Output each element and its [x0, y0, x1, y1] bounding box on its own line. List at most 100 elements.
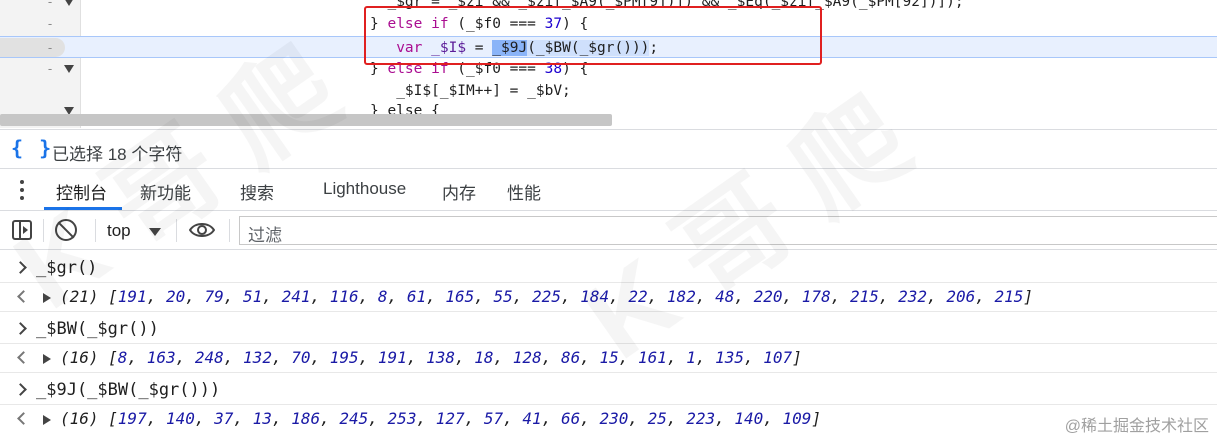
- input-prompt-icon: [14, 322, 27, 335]
- array-value: 135: [715, 348, 745, 367]
- more-options-icon[interactable]: [20, 180, 24, 200]
- watermark-credit: @稀土掘金技术社区: [1064, 418, 1209, 435]
- fold-arrow-icon[interactable]: [64, 65, 74, 73]
- array-value: 18: [474, 348, 494, 367]
- line-marker: -: [47, 16, 53, 31]
- filter-input[interactable]: 过滤: [239, 216, 1217, 245]
- array-value: 163: [146, 348, 176, 367]
- tab-lighthouse[interactable]: Lighthouse: [323, 179, 406, 199]
- array-value: 55: [493, 287, 513, 306]
- array-value: 86: [560, 348, 581, 367]
- context-label: top: [107, 221, 131, 240]
- array-value: 230: [599, 409, 629, 428]
- array-value: 1: [686, 348, 696, 367]
- array-value: 195: [329, 348, 359, 367]
- pretty-print-icon[interactable]: { }: [11, 136, 53, 160]
- array-value: 70: [291, 348, 311, 367]
- toolbar-divider: [43, 219, 44, 242]
- array-value: 232: [898, 287, 928, 306]
- array-value: 109: [782, 409, 812, 428]
- code-editor[interactable]: - _$gr = _$zi && _$zi[_$A9(_$PM[9])]) &&…: [0, 0, 1217, 128]
- array-value: 22: [628, 287, 648, 306]
- expand-arrow-icon[interactable]: [43, 354, 51, 364]
- horizontal-scrollbar[interactable]: [0, 114, 612, 126]
- array-value: 132: [243, 348, 272, 367]
- toolbar-divider: [95, 219, 96, 242]
- array-value: 57: [483, 409, 504, 428]
- console-result-row[interactable]: (16) [197, 140, 37, 13, 186, 245, 253, 1…: [0, 406, 1217, 434]
- console-input-row[interactable]: _$BW(_$gr()): [0, 316, 1217, 344]
- return-value-icon: [17, 290, 30, 303]
- code-line[interactable]: _$I$[_$IM++] = _$bV;: [0, 80, 1217, 102]
- console-result: (16) [197, 140, 37, 13, 186, 245, 253, 1…: [60, 409, 822, 428]
- console-result-row[interactable]: (21) [191, 20, 79, 51, 241, 116, 8, 61, …: [0, 284, 1217, 312]
- console-result: (16) [8, 163, 248, 132, 70, 195, 191, 13…: [60, 348, 802, 367]
- array-value: 138: [426, 348, 455, 367]
- array-value: 215: [994, 287, 1024, 306]
- array-value: 25: [647, 409, 667, 428]
- array-value: 20: [165, 287, 186, 306]
- array-value: 161: [638, 348, 667, 367]
- array-value: 182: [666, 287, 696, 306]
- fold-arrow-icon[interactable]: [64, 0, 74, 6]
- array-value: 220: [753, 287, 783, 306]
- array-value: 184: [580, 287, 610, 306]
- console-result-row[interactable]: (16) [8, 163, 248, 132, 70, 195, 191, 13…: [0, 345, 1217, 373]
- console-output: _$gr() (21) [191, 20, 79, 51, 241, 116, …: [0, 250, 1217, 441]
- array-value: 107: [763, 348, 793, 367]
- console-toolbar: top 过滤: [0, 211, 1217, 250]
- array-value: 8: [117, 348, 128, 367]
- tab-performance[interactable]: 性能: [507, 179, 541, 204]
- active-tab-indicator: [44, 207, 122, 210]
- array-value: 8: [377, 287, 388, 306]
- array-value: 186: [291, 409, 321, 428]
- array-value: 66: [560, 409, 581, 428]
- filter-placeholder: 过滤: [248, 226, 282, 245]
- line-marker: -: [47, 61, 53, 76]
- selection-status: 已选择 18 个字符: [52, 145, 183, 164]
- array-value: 253: [387, 409, 417, 428]
- toolbar-divider: [229, 219, 230, 242]
- array-value: 51: [243, 287, 263, 306]
- array-value: 128: [512, 348, 542, 367]
- clear-console-icon[interactable]: [55, 219, 77, 241]
- array-value: 191: [117, 287, 147, 306]
- array-value: 140: [734, 409, 764, 428]
- array-value: 245: [339, 409, 369, 428]
- array-value: 206: [946, 287, 976, 306]
- toolbar-divider: [176, 219, 177, 242]
- input-prompt-icon: [14, 261, 27, 274]
- expand-arrow-icon[interactable]: [43, 415, 51, 425]
- line-marker: -: [47, 40, 53, 55]
- array-value: 215: [849, 287, 879, 306]
- array-value: 241: [281, 287, 311, 306]
- context-selector[interactable]: top: [97, 218, 167, 242]
- array-value: 61: [406, 287, 427, 306]
- tab-memory[interactable]: 内存: [442, 179, 476, 204]
- console-input-row[interactable]: _$9J(_$BW(_$gr())): [0, 377, 1217, 405]
- array-value: 223: [686, 409, 716, 428]
- live-expression-eye-icon[interactable]: [189, 220, 215, 240]
- show-sidebar-icon[interactable]: [12, 220, 32, 240]
- tab-console[interactable]: 控制台: [56, 179, 107, 204]
- tab-search[interactable]: 搜索: [240, 179, 274, 204]
- console-input-row[interactable]: _$gr(): [0, 255, 1217, 283]
- array-value: 178: [801, 287, 831, 306]
- dropdown-arrow-icon: [149, 228, 161, 236]
- console-command: _$gr(): [36, 258, 98, 278]
- array-value: 79: [204, 287, 224, 306]
- input-prompt-icon: [14, 383, 27, 396]
- array-value: 41: [522, 409, 542, 428]
- array-value: 197: [117, 409, 147, 428]
- expand-arrow-icon[interactable]: [43, 293, 51, 303]
- array-value: 15: [599, 348, 619, 367]
- array-value: 225: [532, 287, 561, 306]
- return-value-icon: [17, 412, 30, 425]
- drawer-tab-bar: 控制台 新功能 搜索 Lighthouse 内存 性能: [0, 169, 1217, 211]
- array-value: 191: [377, 348, 407, 367]
- console-command: _$BW(_$gr()): [36, 319, 159, 339]
- array-value: 48: [715, 287, 735, 306]
- array-value: 165: [445, 287, 475, 306]
- tab-whats-new[interactable]: 新功能: [140, 179, 191, 204]
- array-value: 140: [165, 409, 195, 428]
